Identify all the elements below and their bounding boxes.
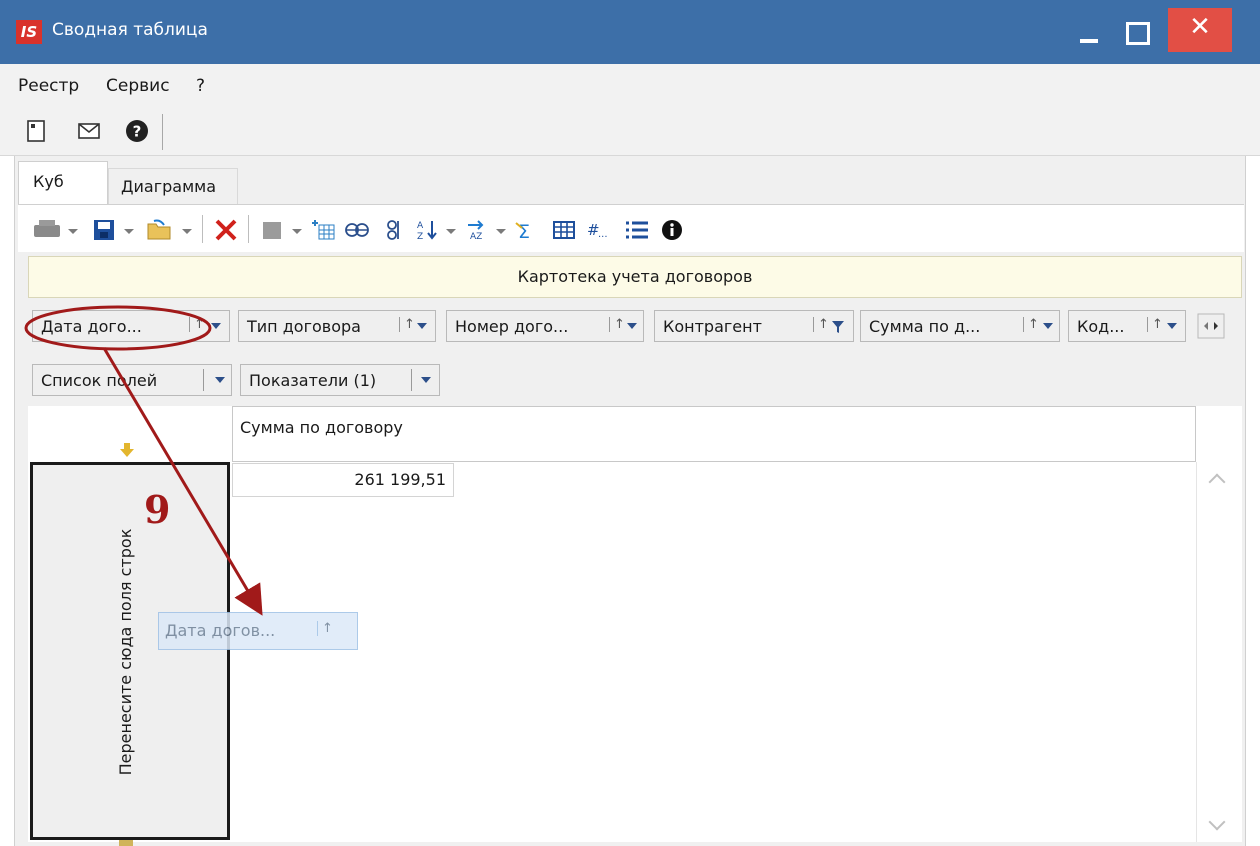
svg-text:?: ? — [133, 123, 142, 141]
sort-indicator[interactable]: ↑ — [399, 317, 415, 332]
sum-icon[interactable]: Σ — [514, 219, 540, 241]
list-icon[interactable] — [624, 219, 650, 241]
field-chip-label: Код... — [1077, 317, 1125, 336]
drop-zone-label: Перенесите сюда поля строк — [116, 528, 135, 776]
menu-bar: Реестр Сервис ? — [0, 64, 1260, 106]
sort-indicator[interactable]: ↑ — [189, 317, 205, 332]
number-format-icon[interactable]: #... — [586, 219, 614, 241]
sort-dropdown-icon[interactable] — [446, 229, 456, 234]
toolbar-separator — [202, 215, 203, 243]
expand-collapse-icon[interactable] — [344, 219, 370, 241]
field-chip-label: Номер дого... — [455, 317, 569, 336]
window-title: Сводная таблица — [52, 20, 208, 40]
help-icon[interactable]: ? — [124, 118, 150, 144]
print-icon[interactable] — [32, 219, 62, 241]
table-layout-icon[interactable] — [310, 219, 336, 241]
data-cell-value: 261 199,51 — [354, 470, 446, 489]
field-chip-contract-date[interactable]: Дата дого... ↑ — [32, 310, 230, 342]
field-list-button[interactable]: Список полей — [32, 364, 232, 396]
close-icon: ✕ — [1189, 12, 1211, 42]
scroll-down-icon[interactable] — [1208, 813, 1226, 831]
svg-text:Σ: Σ — [518, 221, 530, 241]
save-icon[interactable] — [92, 219, 116, 241]
main-toolbar: ? — [0, 106, 1260, 156]
svg-text:...: ... — [598, 229, 608, 240]
grid-icon[interactable] — [552, 219, 576, 241]
chevron-down-icon[interactable] — [1043, 323, 1053, 329]
scroll-up-icon[interactable] — [1208, 473, 1226, 491]
pivot-toolbar: AZ AZ Σ #... — [18, 204, 1244, 252]
sort-indicator[interactable]: ↑ — [813, 317, 829, 332]
step-number: 9 — [144, 487, 171, 532]
export-icon[interactable] — [260, 219, 284, 241]
print-dropdown-icon[interactable] — [68, 229, 78, 234]
info-icon[interactable] — [660, 219, 684, 241]
export-dropdown-icon[interactable] — [292, 229, 302, 234]
maximize-button[interactable] — [1114, 8, 1154, 52]
sort-indicator[interactable]: ↑ — [1023, 317, 1039, 332]
menu-registry[interactable]: Реестр — [18, 76, 79, 96]
open-dropdown-icon[interactable] — [182, 229, 192, 234]
sort-az-icon[interactable]: AZ — [416, 219, 442, 241]
open-folder-icon[interactable] — [146, 219, 174, 241]
field-chip-contract-type[interactable]: Тип договора ↑ — [238, 310, 436, 342]
delete-icon[interactable] — [214, 219, 238, 241]
drop-marker — [119, 840, 133, 846]
toolbar-separator — [248, 215, 249, 243]
chevron-down-icon[interactable] — [627, 323, 637, 329]
field-chip-label: Сумма по д... — [869, 317, 981, 336]
measures-button[interactable]: Показатели (1) — [240, 364, 440, 396]
hierarchy-icon[interactable] — [384, 219, 406, 241]
drag-ghost-chip: Дата догов... ↑ — [158, 612, 358, 650]
minimize-button[interactable] — [1066, 8, 1106, 52]
chevron-down-icon[interactable] — [421, 377, 431, 383]
column-header-label: Сумма по договору — [240, 418, 403, 437]
sort-field-dropdown-icon[interactable] — [496, 229, 506, 234]
toolbar-separator — [162, 114, 163, 150]
sort-field-icon[interactable]: AZ — [464, 219, 490, 241]
svg-text:A: A — [417, 221, 424, 231]
filter-icon[interactable] — [831, 320, 845, 334]
svg-text:AZ: AZ — [470, 232, 482, 241]
sort-indicator[interactable]: ↑ — [1147, 317, 1163, 332]
chevron-down-icon[interactable] — [1167, 323, 1177, 329]
drop-arrow-icon — [120, 443, 134, 457]
tab-cube[interactable]: Куб — [18, 161, 108, 205]
document-icon[interactable] — [24, 118, 50, 144]
field-list-label: Список полей — [41, 371, 158, 390]
mail-icon[interactable] — [76, 118, 102, 144]
close-button[interactable]: ✕ — [1168, 8, 1232, 52]
pivot-caption: Картотека учета договоров — [28, 256, 1242, 298]
field-chip-label: Тип договора — [247, 317, 361, 336]
chip-divider — [411, 369, 412, 391]
menu-help[interactable]: ? — [196, 76, 205, 96]
chevron-down-icon[interactable] — [211, 323, 221, 329]
field-chip-label: Контрагент — [663, 317, 762, 336]
svg-text:Z: Z — [417, 232, 423, 241]
drag-ghost-label: Дата догов... — [165, 621, 276, 640]
chip-divider — [203, 369, 204, 391]
field-chip-code[interactable]: Код... ↑ — [1068, 310, 1186, 342]
tab-chart[interactable]: Диаграмма — [108, 168, 238, 204]
chevron-down-icon[interactable] — [215, 377, 225, 383]
title-bar: IS Сводная таблица ✕ — [0, 0, 1260, 64]
menu-service[interactable]: Сервис — [106, 76, 170, 96]
chevron-down-icon[interactable] — [417, 323, 427, 329]
sort-indicator[interactable]: ↑ — [609, 317, 625, 332]
field-chip-contract-sum[interactable]: Сумма по д... ↑ — [860, 310, 1060, 342]
app-logo-icon: IS — [16, 20, 42, 44]
measures-label: Показатели (1) — [249, 371, 377, 390]
save-dropdown-icon[interactable] — [124, 229, 134, 234]
vertical-scrollbar[interactable] — [1196, 462, 1242, 842]
field-chip-counterparty[interactable]: Контрагент ↑ — [654, 310, 854, 342]
field-chip-label: Дата дого... — [41, 317, 142, 336]
drag-ghost-sort: ↑ — [317, 621, 333, 636]
scroll-fields-buttons[interactable] — [1194, 312, 1228, 340]
field-chip-contract-number[interactable]: Номер дого... ↑ — [446, 310, 644, 342]
